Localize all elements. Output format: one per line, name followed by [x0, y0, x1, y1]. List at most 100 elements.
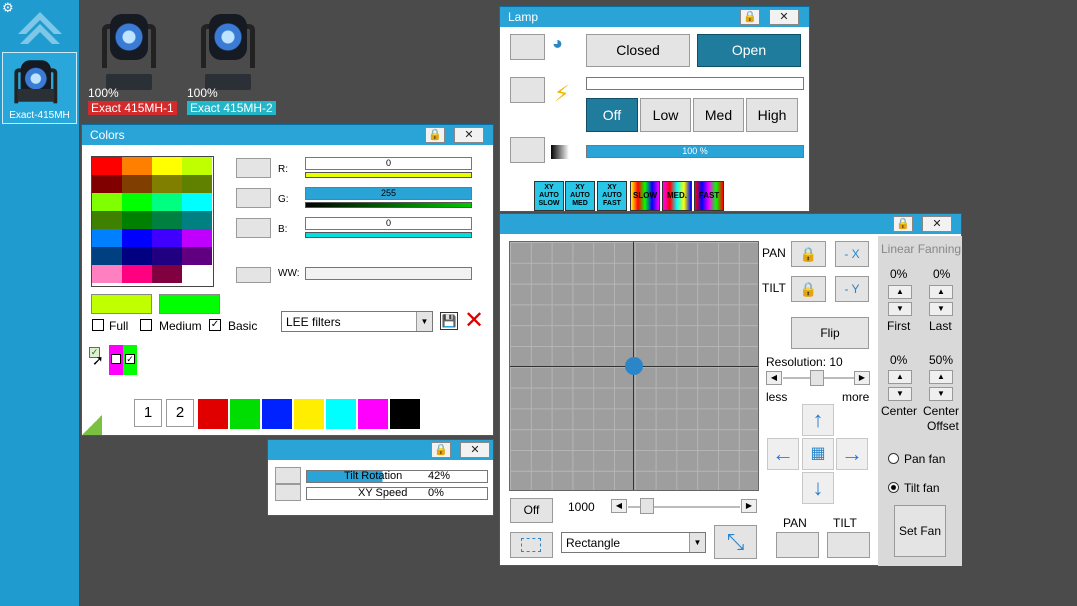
invert-y-button[interactable]: - Y [835, 276, 869, 302]
color-grid-cell[interactable] [92, 229, 122, 247]
chevron-right-icon[interactable]: ▶ [741, 499, 757, 513]
arrow-up-icon[interactable]: ↑ [802, 404, 834, 436]
arrow-left-icon[interactable]: ← [767, 438, 799, 470]
color-grid-cell[interactable] [92, 193, 122, 211]
off-button[interactable]: Off [510, 498, 553, 523]
preset-2-button[interactable]: 2 [166, 399, 194, 427]
chevron-left-icon[interactable]: ◀ [611, 499, 627, 513]
speed-thumb[interactable] [640, 498, 654, 514]
macro-checkbox-1[interactable] [111, 354, 121, 364]
tilt-rotation-bar[interactable]: Tilt Rotation 42% [306, 470, 488, 483]
arrow-right-icon[interactable]: → [836, 438, 868, 470]
first-up-icon[interactable]: ▲ [888, 285, 912, 299]
palette-color[interactable] [326, 399, 356, 429]
high-button[interactable]: High [746, 98, 798, 132]
chevron-right-icon[interactable]: ▶ [854, 371, 870, 385]
macro-color-fast[interactable]: FAST [694, 181, 724, 211]
r-set-button[interactable] [236, 158, 271, 178]
tilt-fan-radio[interactable] [888, 482, 899, 493]
xy-speed-bar[interactable]: XY Speed 0% [306, 487, 488, 500]
color-grid-cell[interactable] [122, 193, 152, 211]
lock-icon[interactable]: 🔒 [425, 127, 445, 143]
preset-1-button[interactable]: 1 [134, 399, 162, 427]
color-grid-cell[interactable] [152, 211, 182, 229]
closed-button[interactable]: Closed [586, 34, 690, 67]
fixture-thumbnail[interactable]: Exact-415MH [2, 52, 77, 124]
b-value-field[interactable]: 0 [305, 217, 472, 230]
close-button[interactable]: ✕ [454, 127, 484, 143]
basic-checkbox[interactable]: ✓ [209, 319, 221, 331]
fixture-2[interactable]: 100% Exact 415MH-2 [187, 8, 279, 118]
palette-color[interactable] [358, 399, 388, 429]
tilt-lock-button[interactable]: 🔒 [791, 276, 826, 302]
lock-icon[interactable]: 🔒 [431, 442, 451, 458]
close-button[interactable]: ✕ [769, 9, 799, 25]
med-button[interactable]: Med [693, 98, 744, 132]
last-up-icon[interactable]: ▲ [929, 285, 953, 299]
macro-auto-slow[interactable]: XY AUTO SLOW [534, 181, 564, 211]
xy-pad-handle[interactable] [625, 357, 643, 375]
close-button[interactable]: ✕ [460, 442, 490, 458]
color-grid-cell[interactable] [182, 211, 212, 229]
color-grid-cell[interactable] [122, 157, 152, 175]
color-grid-cell[interactable] [182, 157, 212, 175]
shutter-set-button[interactable] [510, 34, 545, 60]
color-grid-cell[interactable] [182, 247, 212, 265]
color-grid-cell[interactable] [152, 265, 182, 283]
color-grid-cell[interactable] [182, 193, 212, 211]
color-grid-cell[interactable] [122, 211, 152, 229]
center-up-icon[interactable]: ▲ [888, 370, 912, 384]
color-grid-cell[interactable] [92, 175, 122, 193]
offset-up-icon[interactable]: ▲ [929, 370, 953, 384]
color-grid-cell[interactable] [182, 229, 212, 247]
last-down-icon[interactable]: ▼ [929, 302, 953, 316]
color-grid-cell[interactable] [182, 175, 212, 193]
gear-icon[interactable]: ⚙ [2, 1, 16, 15]
lock-icon[interactable]: 🔒 [740, 9, 760, 25]
pan-lock-button[interactable]: 🔒 [791, 241, 826, 267]
color-grid-cell[interactable] [92, 247, 122, 265]
power-set-button[interactable] [510, 77, 545, 103]
low-button[interactable]: Low [640, 98, 691, 132]
color-grid-cell[interactable] [122, 247, 152, 265]
flip-button[interactable]: Flip [791, 317, 869, 349]
g-value-field[interactable]: 255 [305, 187, 472, 200]
r-value-field[interactable]: 0 [305, 157, 472, 170]
off-button[interactable]: Off [586, 98, 638, 132]
tilt-bottom-button[interactable] [827, 532, 870, 558]
pan-bottom-button[interactable] [776, 532, 819, 558]
color-grid-cell[interactable] [122, 229, 152, 247]
g-set-button[interactable] [236, 188, 271, 208]
color-grid-cell[interactable] [152, 247, 182, 265]
dimmer-bar[interactable]: 100 % [586, 145, 804, 158]
select-area-button[interactable] [510, 532, 553, 558]
shape-select[interactable]: Rectangle ▼ [561, 532, 706, 553]
palette-color[interactable] [230, 399, 260, 429]
b-slider[interactable] [305, 232, 472, 238]
macro-auto-fast[interactable]: XY AUTO FAST [597, 181, 627, 211]
center-icon[interactable]: ▦ [802, 438, 834, 470]
chevron-down-icon[interactable]: ▼ [416, 312, 432, 331]
lock-icon[interactable]: 🔒 [893, 216, 913, 232]
color-grid-cell[interactable] [122, 175, 152, 193]
invert-x-button[interactable]: - X [835, 241, 869, 267]
tilt-rotation-set-button[interactable] [275, 467, 301, 484]
apply-shape-button[interactable]: ⤡ [714, 525, 757, 559]
color-grid-cell[interactable] [152, 157, 182, 175]
palette-color[interactable] [294, 399, 324, 429]
palette-color[interactable] [390, 399, 420, 429]
full-checkbox[interactable] [92, 319, 104, 331]
open-button[interactable]: Open [697, 34, 801, 67]
selected-color-1[interactable] [91, 294, 152, 314]
color-grid-cell[interactable] [92, 211, 122, 229]
pan-fan-radio[interactable] [888, 453, 899, 464]
color-grid-cell[interactable] [92, 157, 122, 175]
xy-speed-set-button[interactable] [275, 484, 301, 501]
center-down-icon[interactable]: ▼ [888, 387, 912, 401]
dimmer-set-button[interactable] [510, 137, 545, 163]
close-button[interactable]: ✕ [922, 216, 952, 232]
ww-set-button[interactable] [236, 267, 271, 283]
delete-icon[interactable]: ✕ [464, 309, 484, 333]
fixture-1[interactable]: 100% Exact 415MH-1 [88, 8, 180, 118]
color-grid-cell[interactable] [152, 175, 182, 193]
